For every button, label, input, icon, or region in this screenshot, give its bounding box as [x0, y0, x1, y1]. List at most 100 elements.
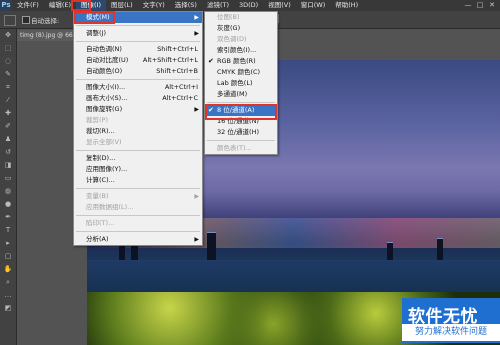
menu-item-label: 自动颜色(O): [86, 67, 123, 75]
menu-item-image-size[interactable]: 图像大小(I)... Alt+Ctrl+I: [74, 82, 202, 93]
history-brush-icon[interactable]: ↺: [0, 146, 16, 159]
watermark-subtitle: 努力解决软件问题: [402, 324, 500, 341]
mode-item-grayscale[interactable]: 灰度(G): [205, 23, 277, 34]
menu-item-apply-data-set[interactable]: 应用数据组(L)...: [74, 202, 202, 213]
image-menu-highlight-box: [71, 0, 91, 11]
menu-item-label: 多通道(M): [217, 90, 248, 98]
window-controls: — □ ✕: [462, 0, 498, 11]
menu-separator: [207, 102, 275, 103]
hand-tool-icon[interactable]: ✋: [0, 263, 16, 276]
mode-item-cmyk-color[interactable]: CMYK 颜色(C): [205, 67, 277, 78]
menu-item-trap[interactable]: 陷印(T)...: [74, 218, 202, 229]
submenu-arrow-icon: ▶: [194, 236, 199, 243]
shortcut-label: Alt+Ctrl+I: [164, 83, 198, 91]
menu-type[interactable]: 文字(Y): [138, 0, 170, 11]
dodge-tool-icon[interactable]: ●: [0, 198, 16, 211]
bay-water: [87, 260, 500, 295]
menu-item-label: 应用图像(Y)...: [86, 165, 128, 173]
shortcut-label: Shift+Ctrl+B: [156, 67, 198, 75]
pen-tool-icon[interactable]: ✒: [0, 211, 16, 224]
stamp-tool-icon[interactable]: ♟: [0, 133, 16, 146]
mode-item-lab-color[interactable]: Lab 颜色(L): [205, 78, 277, 89]
zoom-tool-icon[interactable]: ⌕: [0, 276, 16, 289]
menu-item-auto-tone[interactable]: 自动色调(N) Shift+Ctrl+L: [74, 44, 202, 55]
mode-item-indexed-color[interactable]: 索引颜色(I)...: [205, 45, 277, 56]
menu-3d[interactable]: 3D(D): [234, 0, 263, 11]
menu-item-label: 陷印(T)...: [86, 219, 115, 227]
move-tool-icon[interactable]: ✥: [0, 29, 16, 42]
menu-item-crop[interactable]: 裁剪(P): [74, 115, 202, 126]
menu-item-analysis[interactable]: 分析(A) ▶: [74, 234, 202, 245]
menu-item-label: 颜色表(T)...: [217, 144, 252, 152]
marquee-tool-icon[interactable]: ⬚: [0, 42, 16, 55]
menu-separator: [76, 25, 200, 26]
healing-brush-icon[interactable]: ✚: [0, 107, 16, 120]
menu-item-label: 裁剪(P): [86, 116, 108, 124]
menu-layer[interactable]: 图层(L): [106, 0, 138, 11]
menu-item-label: 32 位/通道(H): [217, 128, 259, 136]
document-tab[interactable]: timg (8).jpg @ 66: [17, 30, 80, 41]
path-select-icon[interactable]: ▸: [0, 237, 16, 250]
crop-tool-icon[interactable]: ⌗: [0, 81, 16, 94]
color-swatches-icon[interactable]: ◩: [0, 302, 16, 315]
menu-separator: [76, 79, 200, 80]
eyedropper-icon[interactable]: ⁄: [0, 94, 16, 107]
watermark-logo: 软件无忧 努力解决软件问题: [402, 298, 500, 343]
menu-item-label: 显示全部(V): [86, 138, 122, 146]
menu-item-image-rotation[interactable]: 图像旋转(G) ▶: [74, 104, 202, 115]
move-tool-icon[interactable]: [4, 15, 16, 26]
menu-select[interactable]: 选择(S): [170, 0, 202, 11]
gradient-tool-icon[interactable]: ▭: [0, 172, 16, 185]
auto-select-checkbox[interactable]: [22, 16, 30, 24]
mode-item-duotone[interactable]: 双色调(D): [205, 34, 277, 45]
lasso-tool-icon[interactable]: ◌: [0, 55, 16, 68]
menu-separator: [207, 140, 275, 141]
menu-item-adjust[interactable]: 调整(J) ▶: [74, 28, 202, 39]
menu-file[interactable]: 文件(F): [12, 0, 44, 11]
maximize-icon[interactable]: □: [474, 0, 486, 11]
menu-item-label: 复制(D)...: [86, 154, 116, 162]
type-tool-icon[interactable]: T: [0, 224, 16, 237]
mode-item-color-table[interactable]: 颜色表(T)...: [205, 143, 277, 154]
menu-help[interactable]: 帮助(H): [330, 0, 363, 11]
photoshop-logo: Ps: [0, 0, 12, 11]
8-bit-highlight-box: [205, 104, 277, 120]
menu-view[interactable]: 视图(V): [263, 0, 296, 11]
submenu-arrow-icon: ▶: [194, 30, 199, 37]
menu-item-variables[interactable]: 变量(B) ▶: [74, 191, 202, 202]
minimize-icon[interactable]: —: [462, 0, 474, 11]
menu-item-label: 调整(J): [86, 29, 106, 37]
quick-select-icon[interactable]: ✎: [0, 68, 16, 81]
shape-tool-icon[interactable]: ▢: [0, 250, 16, 263]
menu-item-label: 应用数据组(L)...: [86, 203, 134, 211]
menu-filter[interactable]: 滤镜(T): [202, 0, 234, 11]
menu-item-canvas-size[interactable]: 画布大小(S)... Alt+Ctrl+C: [74, 93, 202, 104]
menu-item-auto-contrast[interactable]: 自动对比度(U) Alt+Shift+Ctrl+L: [74, 55, 202, 66]
mode-item-multichannel[interactable]: 多通道(M): [205, 89, 277, 100]
menu-item-apply-image[interactable]: 应用图像(Y)...: [74, 164, 202, 175]
menu-window[interactable]: 窗口(W): [296, 0, 331, 11]
brush-tool-icon[interactable]: ✐: [0, 120, 16, 133]
menu-item-label: 图像旋转(G): [86, 105, 123, 113]
tools-panel: ✥ ⬚ ◌ ✎ ⌗ ⁄ ✚ ✐ ♟ ↺ ◨ ▭ ◍ ● ✒ T ▸ ▢ ✋ ⌕ …: [0, 29, 17, 345]
menu-separator: [76, 41, 200, 42]
eraser-tool-icon[interactable]: ◨: [0, 159, 16, 172]
menu-item-trim[interactable]: 裁切(R)...: [74, 126, 202, 137]
shortcut-label: Alt+Ctrl+C: [162, 94, 198, 102]
menu-item-label: 变量(B): [86, 192, 109, 200]
menu-item-label: Lab 颜色(L): [217, 79, 253, 87]
menu-item-reveal-all[interactable]: 显示全部(V): [74, 137, 202, 148]
mode-item-rgb-color[interactable]: ✔ RGB 颜色(R): [205, 56, 277, 67]
menu-item-duplicate[interactable]: 复制(D)...: [74, 153, 202, 164]
close-icon[interactable]: ✕: [486, 0, 498, 11]
menu-item-auto-color[interactable]: 自动颜色(O) Shift+Ctrl+B: [74, 66, 202, 77]
menu-item-calculations[interactable]: 计算(C)...: [74, 175, 202, 186]
mode-item-bitmap[interactable]: 位图(B): [205, 12, 277, 23]
menu-item-label: 自动对比度(U): [86, 56, 129, 64]
menu-item-label: 灰度(G): [217, 24, 241, 32]
mode-item-32-bit[interactable]: 32 位/通道(H): [205, 127, 277, 138]
more-tools-icon[interactable]: …: [0, 289, 16, 302]
blur-tool-icon[interactable]: ◍: [0, 185, 16, 198]
menu-item-label: 分析(A): [86, 235, 109, 243]
menu-separator: [76, 215, 200, 216]
